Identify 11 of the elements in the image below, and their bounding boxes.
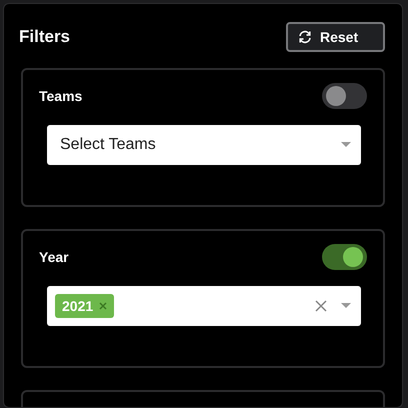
caret-icon xyxy=(341,142,351,148)
toggle-switch[interactable] xyxy=(322,83,367,109)
panel-title: Filters xyxy=(19,27,70,47)
toggle-switch[interactable] xyxy=(322,244,367,270)
clear-icon[interactable] xyxy=(315,300,327,312)
section-label: Teams xyxy=(39,88,82,104)
reset-button[interactable]: Reset xyxy=(286,22,385,52)
refresh-icon xyxy=(298,30,312,44)
section-label: Year xyxy=(39,249,69,265)
caret-icon xyxy=(341,303,351,309)
select-field[interactable]: Select Teams xyxy=(47,125,361,165)
